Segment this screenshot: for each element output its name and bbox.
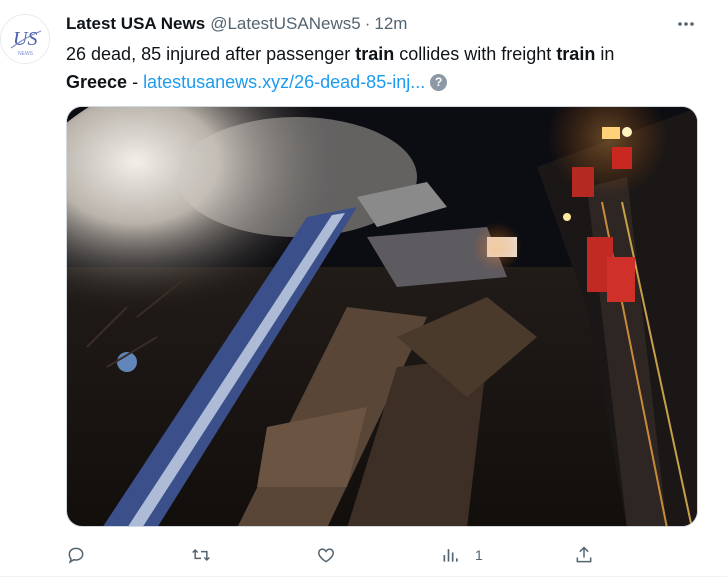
tweet-image[interactable] [66, 106, 698, 527]
share-icon [576, 546, 592, 563]
tweet-text: 26 dead, 85 injured after passenger trai… [66, 40, 706, 96]
text-part: - [127, 72, 144, 92]
author-name[interactable]: Latest USA News [66, 14, 205, 34]
reply-button[interactable] [66, 540, 100, 570]
separator-dot: · [364, 14, 371, 33]
tweet-actions: 1 [66, 540, 606, 570]
views-icon [443, 549, 458, 562]
text-part: in [595, 44, 615, 64]
keyword-train: train [556, 44, 596, 64]
retweet-icon [192, 548, 210, 562]
author-handle[interactable]: @LatestUSANews5 [210, 14, 361, 34]
article-link[interactable]: latestusanews.xyz/26-dead-85-inj... [143, 72, 425, 92]
tweet-header: Latest USA News @LatestUSANews5 · 12m [66, 13, 407, 35]
more-options-button[interactable] [672, 12, 700, 36]
share-button[interactable] [574, 540, 594, 570]
avatar-logo: US NEWS [10, 28, 42, 57]
like-icon [318, 548, 334, 563]
tweet-card[interactable]: US NEWS Latest USA News @LatestUSANews5 … [0, 0, 727, 577]
keyword-greece: Greece [66, 72, 128, 92]
more-dots-icon [678, 22, 694, 26]
tweet-timestamp[interactable]: 12m [374, 14, 407, 34]
views-count: 1 [475, 547, 483, 563]
like-button[interactable] [316, 540, 350, 570]
keyword-train: train [355, 44, 395, 64]
text-part: collides with freight [394, 44, 557, 64]
train-crash-photo [67, 107, 697, 526]
avatar[interactable]: US NEWS [0, 14, 50, 64]
retweet-button[interactable] [191, 540, 225, 570]
views-button[interactable]: 1 [441, 540, 483, 570]
reply-icon [68, 547, 84, 564]
help-icon[interactable]: ? [430, 74, 448, 91]
text-part: 26 dead, 85 injured after passenger [66, 44, 356, 64]
svg-text:NEWS: NEWS [18, 51, 34, 57]
